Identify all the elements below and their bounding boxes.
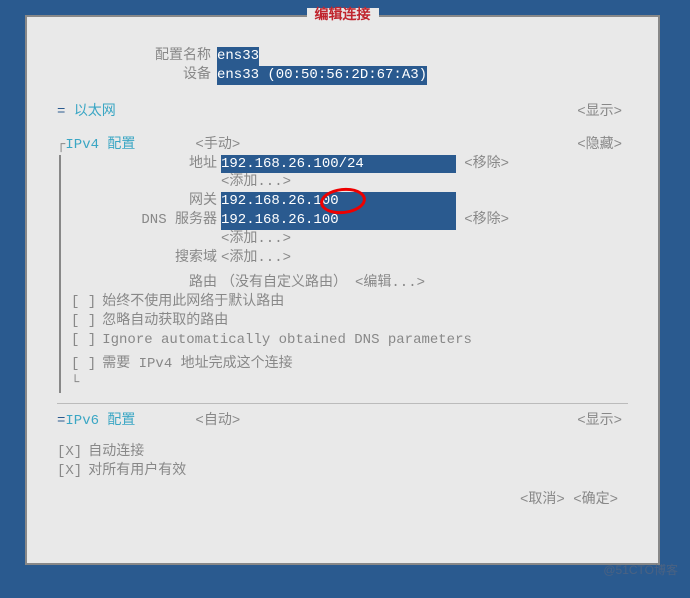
ipv6-prefix: = <box>57 412 65 431</box>
address-remove-button[interactable]: <移除> <box>456 155 509 174</box>
dns-remove-button[interactable]: <移除> <box>456 211 509 230</box>
search-row: 搜索域 <添加...> <box>71 249 628 268</box>
ok-button[interactable]: <确定> <box>573 492 618 508</box>
ipv4-body: 地址 192.168.26.100/24 <移除> <添加...> 网关 192… <box>59 155 628 394</box>
config-name-row: 配置名称 ens33 <box>57 47 628 66</box>
ethernet-show-button[interactable]: <显示> <box>577 103 628 122</box>
search-add-button[interactable]: <添加...> <box>221 249 291 268</box>
chk-need-ipv4-label: 需要 IPv4 地址完成这个连接 <box>102 355 292 374</box>
address-row: 地址 192.168.26.100/24 <移除> <box>71 155 628 174</box>
checkbox-checked-icon: [X] <box>57 462 88 481</box>
dns-add-row: <添加...> <box>71 230 628 249</box>
gateway-row: 网关 192.168.26.100 <box>71 192 628 211</box>
chk-default-route[interactable]: [ ] 始终不使用此网络于默认路由 <box>71 293 628 312</box>
ethernet-label: 以太网 <box>74 104 116 120</box>
config-name-input[interactable]: ens33 <box>217 47 259 66</box>
dialog-title: 编辑连接 <box>307 8 379 24</box>
dialog-content: 配置名称 ens33 设备 ens33 (00:50:56:2D:67:A3) … <box>27 17 658 520</box>
device-row: 设备 ens33 (00:50:56:2D:67:A3) <box>57 66 628 85</box>
title-bar: 编辑连接 <box>27 7 658 26</box>
route-edit-button[interactable]: <编辑...> <box>347 274 425 293</box>
address-add-button[interactable]: <添加...> <box>221 173 291 192</box>
ethernet-section: = 以太网 <显示> <box>57 103 628 122</box>
ipv6-mode-select[interactable]: <自动> <box>195 412 240 431</box>
watermark: @51CTO博客 <box>603 562 678 578</box>
dns-row: DNS 服务器 192.168.26.100 <移除> <box>71 211 628 230</box>
ipv6-show-button[interactable]: <显示> <box>577 412 628 431</box>
dns-input[interactable]: 192.168.26.100 <box>221 211 456 230</box>
ethernet-prefix: = <box>57 104 65 120</box>
checkbox-icon: [ ] <box>71 355 102 374</box>
cancel-button[interactable]: <取消> <box>520 492 565 508</box>
dns-add-button[interactable]: <添加...> <box>221 230 291 249</box>
route-row: 路由 （没有自定义路由） <编辑...> <box>71 274 628 293</box>
config-name-label: 配置名称 <box>57 47 217 66</box>
route-text: （没有自定义路由） <box>221 274 347 293</box>
address-label: 地址 <box>71 155 221 174</box>
ipv4-label: IPv4 配置 <box>65 136 135 155</box>
gateway-input[interactable]: 192.168.26.100 <box>221 192 456 211</box>
checkbox-icon: [ ] <box>71 331 102 350</box>
chk-all-users-label: 对所有用户有效 <box>88 462 186 481</box>
ipv4-hide-button[interactable]: <隐藏> <box>577 136 628 155</box>
dns-label: DNS 服务器 <box>71 211 221 230</box>
search-label: 搜索域 <box>71 249 221 268</box>
chk-default-route-label: 始终不使用此网络于默认路由 <box>102 293 284 312</box>
chk-auto-connect-label: 自动连接 <box>88 443 144 462</box>
route-label: 路由 <box>71 274 221 293</box>
chk-ignore-routes[interactable]: [ ] 忽略自动获取的路由 <box>71 312 628 331</box>
checkbox-checked-icon: [X] <box>57 443 88 462</box>
ipv4-section-header: ┌ IPv4 配置 <手动> <隐藏> <box>57 136 628 155</box>
chk-ignore-dns[interactable]: [ ] Ignore automatically obtained DNS pa… <box>71 331 628 350</box>
checkbox-icon: [ ] <box>71 293 102 312</box>
chk-ignore-dns-label: Ignore automatically obtained DNS parame… <box>102 331 472 350</box>
chk-need-ipv4[interactable]: [ ] 需要 IPv4 地址完成这个连接 <box>71 355 628 374</box>
button-bar: <取消> <确定> <box>57 491 628 510</box>
ipv6-section: = IPv6 配置 <自动> <显示> <box>57 412 628 431</box>
chk-auto-connect[interactable]: [X] 自动连接 <box>57 443 628 462</box>
gateway-label: 网关 <box>71 192 221 211</box>
device-input[interactable]: ens33 (00:50:56:2D:67:A3) <box>217 66 427 85</box>
ipv4-mode-select[interactable]: <手动> <box>195 136 240 155</box>
address-input[interactable]: 192.168.26.100/24 <box>221 155 456 174</box>
ipv6-label: IPv6 配置 <box>65 412 135 431</box>
separator <box>57 403 628 404</box>
chk-ignore-routes-label: 忽略自动获取的路由 <box>102 312 228 331</box>
chk-all-users[interactable]: [X] 对所有用户有效 <box>57 462 628 481</box>
ipv4-prefix: ┌ <box>57 136 65 155</box>
checkbox-icon: [ ] <box>71 312 102 331</box>
dialog-window: 编辑连接 配置名称 ens33 设备 ens33 (00:50:56:2D:67… <box>25 15 660 565</box>
address-add-row: <添加...> <box>71 173 628 192</box>
device-label: 设备 <box>57 66 217 85</box>
